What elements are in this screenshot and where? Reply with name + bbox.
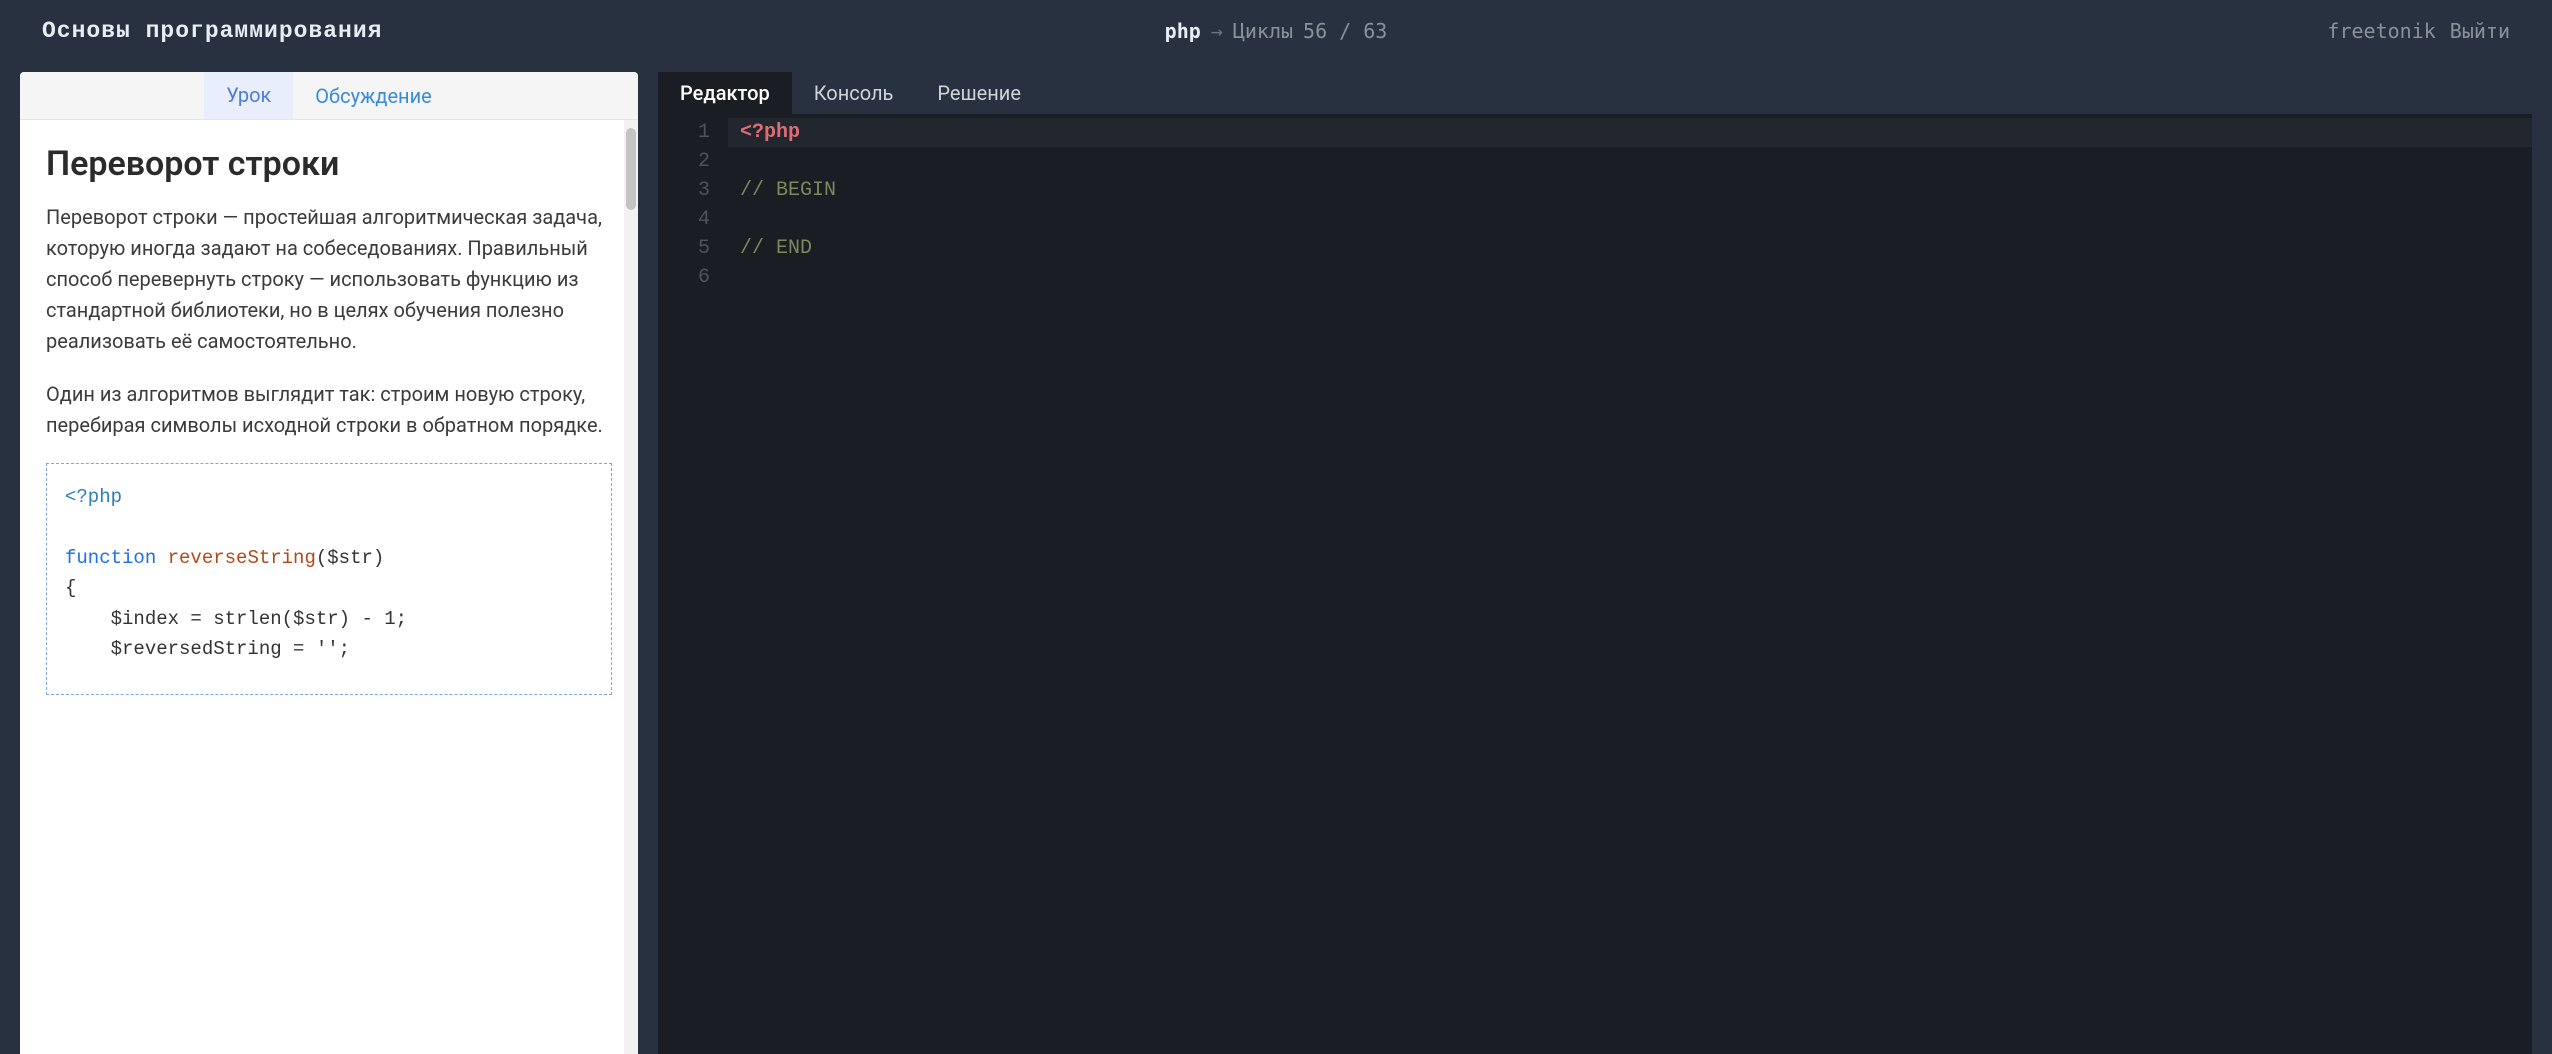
breadcrumb-arrow-icon: → — [1211, 19, 1223, 43]
code-token: reverseString — [168, 547, 316, 569]
code-token: // END — [740, 237, 812, 260]
line-number: 3 — [658, 176, 710, 205]
lesson-paragraph: Переворот строки — простейшая алгоритмич… — [46, 202, 612, 357]
tab-editor[interactable]: Редактор — [658, 72, 792, 114]
lesson-paragraph: Один из алгоритмов выглядит так: строим … — [46, 379, 612, 441]
line-number: 5 — [658, 234, 710, 263]
tab-solution[interactable]: Решение — [915, 72, 1043, 114]
editor-line[interactable] — [728, 205, 2532, 234]
topbar-right: freetonik Выйти — [2327, 19, 2510, 43]
code-token: $index = strlen($str) - 1; — [65, 608, 407, 630]
editor-line[interactable]: <?php — [728, 118, 2532, 147]
editor-panel: Редактор Консоль Решение 1 2 3 4 5 6 <?p… — [658, 72, 2532, 1054]
code-token: $reversedString = ''; — [65, 638, 350, 660]
code-token: function — [65, 547, 156, 569]
code-token: <?php — [740, 121, 800, 144]
code-token: { — [65, 577, 76, 599]
code-token: // BEGIN — [740, 179, 836, 202]
lesson-tabs: Урок Обсуждение — [20, 72, 638, 120]
workspace: Урок Обсуждение Переворот строки Перевор… — [0, 62, 2552, 1054]
lesson-code-sample: <?php function reverseString($str) { $in… — [46, 463, 612, 695]
code-token: <?php — [65, 486, 122, 508]
lesson-heading: Переворот строки — [46, 144, 612, 184]
lesson-body: Переворот строки Переворот строки — прос… — [20, 120, 638, 695]
breadcrumb-lang[interactable]: php — [1165, 19, 1201, 43]
editor-tabs: Редактор Консоль Решение — [658, 72, 2532, 114]
editor-line[interactable] — [728, 263, 2532, 292]
breadcrumb: php → Циклы 56 / 63 — [1165, 19, 1388, 43]
tab-discussion[interactable]: Обсуждение — [293, 72, 453, 119]
app-title: Основы программирования — [42, 18, 382, 44]
code-token: ($str) — [316, 547, 384, 569]
editor-line[interactable] — [728, 147, 2532, 176]
tab-lesson[interactable]: Урок — [204, 72, 293, 119]
scrollbar-thumb[interactable] — [626, 128, 636, 210]
code-editor[interactable]: 1 2 3 4 5 6 <?php // BEGIN // END — [658, 114, 2532, 1054]
breadcrumb-topic[interactable]: Циклы — [1233, 19, 1293, 43]
tab-console[interactable]: Консоль — [792, 72, 916, 114]
line-number: 6 — [658, 263, 710, 292]
line-number: 2 — [658, 147, 710, 176]
lesson-panel: Урок Обсуждение Переворот строки Перевор… — [20, 72, 638, 1054]
editor-line[interactable]: // END — [728, 234, 2532, 263]
editor-line[interactable]: // BEGIN — [728, 176, 2532, 205]
username-label[interactable]: freetonik — [2327, 19, 2435, 43]
editor-lines[interactable]: <?php // BEGIN // END — [728, 118, 2532, 1054]
editor-gutter: 1 2 3 4 5 6 — [658, 118, 728, 1054]
topbar: Основы программирования php → Циклы 56 /… — [0, 0, 2552, 62]
breadcrumb-count: 56 / 63 — [1303, 19, 1387, 43]
line-number: 1 — [658, 118, 710, 147]
logout-link[interactable]: Выйти — [2450, 19, 2510, 43]
line-number: 4 — [658, 205, 710, 234]
